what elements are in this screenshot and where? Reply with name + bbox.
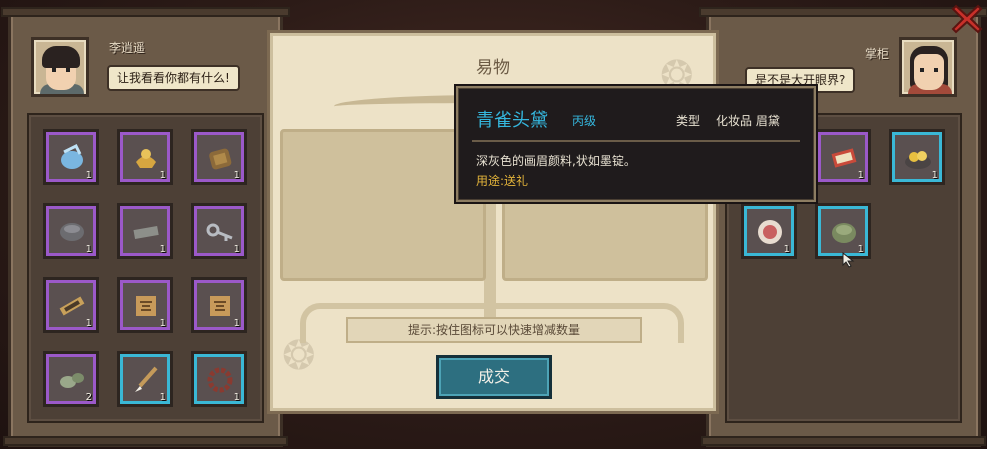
player-panel: 李逍遥 让我看看你都有什么! 1 1 1 1 1 1 1 1 1 2 1 1 (1, 7, 290, 447)
hint-text: 提示:按住图标可以快速增减数量 (346, 317, 642, 343)
scroll-icon (59, 296, 85, 316)
merchant-name: 掌柜 (865, 47, 890, 61)
item-quantity: 1 (85, 170, 92, 181)
item-quantity: 1 (159, 244, 166, 255)
tooltip-type-label: 类型 (676, 114, 701, 128)
prayer-beads-icon (207, 367, 233, 393)
green-jade-disc-icon (832, 223, 856, 243)
red-book-icon (831, 148, 857, 168)
item-slot[interactable]: 2 (43, 351, 99, 407)
blue-sachet-icon (61, 143, 83, 169)
item-slot[interactable]: 1 (815, 203, 871, 259)
item-quantity: 1 (85, 318, 92, 329)
item-slot[interactable]: 1 (43, 129, 99, 185)
item-quantity: 1 (931, 170, 938, 181)
trade-title: 易物 (476, 58, 510, 78)
tooltip-divider (472, 140, 800, 142)
panel-bottom-beam (701, 436, 986, 446)
tooltip-item-grade: 丙级 (572, 114, 597, 128)
close-button[interactable] (950, 2, 984, 36)
cake-plate-icon (758, 220, 782, 244)
tooltip-usage: 用途:送礼 (476, 174, 529, 188)
item-slot[interactable]: 1 (815, 129, 871, 185)
item-slot[interactable]: 1 (889, 129, 945, 185)
player-inventory-grid: 1 1 1 1 1 1 1 1 1 2 1 1 (27, 113, 264, 423)
item-quantity: 1 (233, 318, 240, 329)
item-quantity: 1 (233, 170, 240, 181)
item-tooltip: 青雀头黛 丙级 类型 化妆品 眉黛 深灰色的画眉颜料,状如墨锭。 用途:送礼 (456, 86, 816, 202)
tooltip-item-name: 青雀头黛 (476, 110, 548, 131)
item-quantity: 1 (783, 244, 790, 255)
gold-nuggets-icon (905, 151, 931, 169)
item-slot[interactable]: 1 (117, 351, 173, 407)
grey-bowl-icon (60, 223, 84, 241)
panel-top-beam (1, 7, 290, 17)
item-slot[interactable]: 1 (191, 129, 247, 185)
item-slot[interactable]: 1 (117, 203, 173, 259)
grey-bar-icon (133, 225, 159, 240)
silver-key-icon (206, 223, 233, 241)
close-icon (951, 4, 983, 34)
player-avatar (31, 37, 89, 97)
tooltip-description: 深灰色的画眉颜料,状如墨锭。 (476, 154, 636, 168)
item-slot[interactable]: 1 (43, 203, 99, 259)
player-speaker: 李逍遥 让我看看你都有什么! (31, 37, 271, 109)
player-name: 李逍遥 (109, 41, 146, 55)
item-quantity: 1 (857, 244, 864, 255)
mouse-cursor-icon (842, 252, 855, 268)
item-quantity: 1 (159, 318, 166, 329)
merchant-avatar (899, 37, 957, 97)
item-quantity: 2 (85, 392, 92, 403)
item-quantity: 1 (857, 170, 864, 181)
panel-bottom-beam (3, 436, 288, 446)
item-quantity: 1 (159, 392, 166, 403)
item-slot[interactable]: 1 (117, 277, 173, 333)
green-gourd-icon (60, 373, 84, 388)
item-quantity: 1 (159, 170, 166, 181)
bronze-tablet-icon (209, 148, 232, 170)
deal-button[interactable]: 成交 (436, 355, 552, 399)
item-slot[interactable]: 1 (191, 351, 247, 407)
item-slot[interactable]: 1 (191, 203, 247, 259)
gold-ingot-icon (136, 149, 156, 168)
item-quantity: 1 (85, 244, 92, 255)
brush-icon (135, 366, 158, 392)
panel-top-beam (699, 7, 987, 17)
merchant-panel: 掌柜 是不是大开眼界? 1111 (699, 7, 987, 447)
item-slot[interactable]: 1 (191, 277, 247, 333)
tile-map-icon (210, 296, 230, 316)
item-quantity: 1 (233, 392, 240, 403)
item-quantity: 1 (233, 244, 240, 255)
tile-map-icon (136, 296, 156, 316)
item-slot[interactable]: 1 (741, 203, 797, 259)
item-slot[interactable]: 1 (43, 277, 99, 333)
tooltip-type-value: 化妆品 眉黛 (716, 114, 780, 128)
player-speech-bubble: 让我看看你都有什么! (107, 65, 240, 91)
item-slot[interactable]: 1 (117, 129, 173, 185)
